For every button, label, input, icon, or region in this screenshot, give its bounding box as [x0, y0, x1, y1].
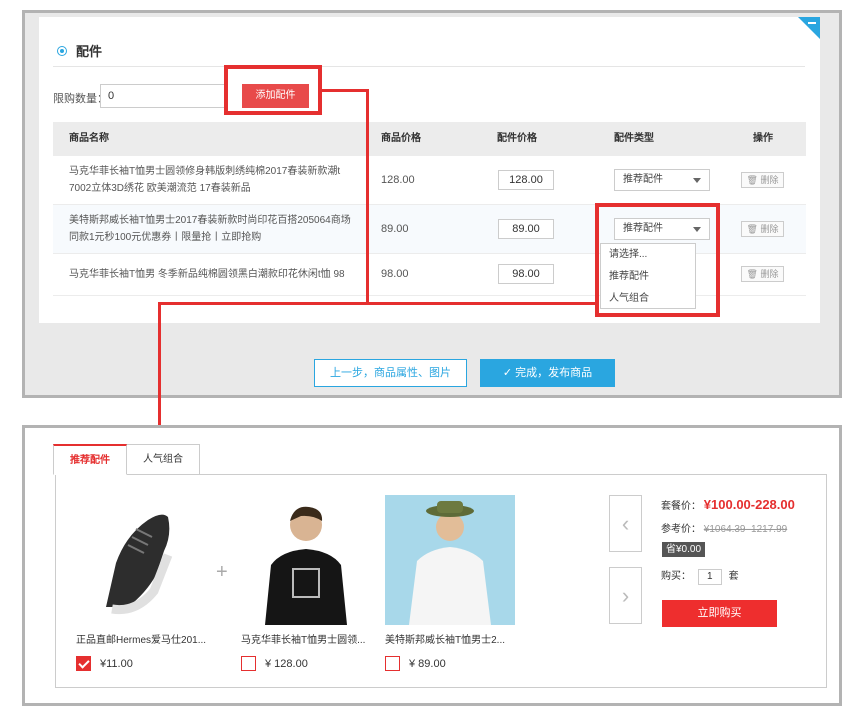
minus-icon [808, 22, 816, 24]
product-price: ¥ 89.00 [409, 657, 446, 670]
header-product-name: 商品名称 [69, 133, 109, 144]
table-header: 商品名称 商品价格 配件价格 配件类型 操作 [53, 122, 806, 156]
savings-badge: 省¥0.00 [662, 542, 706, 557]
prev-arrow-button[interactable]: ‹ [609, 495, 642, 552]
header-accessory-price: 配件价格 [497, 133, 537, 144]
product-price: ¥ 128.00 [265, 657, 308, 670]
delete-label: 删除 [760, 269, 779, 279]
delete-button[interactable]: 🗑 删除 [741, 266, 784, 282]
limit-quantity-input[interactable]: 0 [100, 84, 226, 108]
ref-price: ¥1064.39–1217.99 [703, 524, 788, 535]
chevron-right-icon: › [621, 583, 630, 608]
quantity-row: 购买： 1 套 [661, 567, 739, 585]
header-accessory-type: 配件类型 [614, 133, 654, 144]
combo-box: 正品直邮Hermes爱马仕201... ¥11.00 + 马克华菲长袖T恤男士圆… [55, 474, 827, 688]
caret-down-icon [693, 178, 701, 183]
connector-line [158, 302, 595, 305]
quantity-input[interactable]: 1 [697, 569, 722, 585]
ref-label: 参考价： [661, 524, 701, 535]
combo-product[interactable]: 正品直邮Hermes爱马仕201... ¥11.00 [76, 495, 206, 671]
combo-product[interactable]: 马克华菲长袖T恤男士圆领... ¥ 128.00 [241, 495, 371, 671]
delete-button[interactable]: 🗑 删除 [741, 172, 784, 188]
product-name: 马克华菲长袖T恤男 冬季新品纯棉圆领黑白潮款印花休闲t恤 98 [69, 269, 345, 280]
product-name: 马克华菲长袖T恤男士圆领... [241, 635, 366, 646]
connector-line [158, 302, 161, 430]
delete-label: 删除 [760, 175, 779, 185]
accessory-price-input[interactable]: 128.00 [498, 170, 554, 190]
plus-icon: + [216, 561, 228, 583]
select-checkbox[interactable] [76, 656, 91, 671]
accessory-price-input[interactable]: 98.00 [498, 264, 554, 284]
combo-preview-panel: 推荐配件 人气组合 正品直邮Hermes爱马仕201... ¥11.00 + 马… [22, 425, 842, 706]
header-action: 操作 [753, 133, 773, 144]
product-price-row: ¥ 128.00 [241, 656, 371, 671]
product-price-row: ¥ 89.00 [385, 656, 515, 671]
ref-price-row: 参考价： ¥1064.39–1217.99 [661, 520, 787, 535]
header-product-price: 商品价格 [381, 133, 421, 144]
accessory-type-value: 推荐配件 [623, 174, 663, 185]
publish-label: 完成，发布商品 [515, 367, 593, 379]
black-tee-image [241, 495, 371, 625]
product-price-row: ¥11.00 [76, 656, 206, 671]
accessory-price-input[interactable]: 89.00 [498, 219, 554, 239]
product-name: 马克华菲长袖T恤男士圆领修身韩版刺绣纯棉2017春装新款潮t 7002立体3D绣… [69, 166, 341, 194]
trash-icon: 🗑 [746, 269, 758, 279]
trash-icon: 🗑 [746, 175, 758, 185]
buy-now-button[interactable]: 立即购买 [662, 600, 777, 627]
combo-product[interactable]: 美特斯邦威长袖T恤男士2... ¥ 89.00 [385, 495, 515, 671]
table-row: 马克华菲长袖T恤男士圆领修身韩版刺绣纯棉2017春装新款潮t 7002立体3D绣… [53, 156, 806, 205]
product-price: ¥11.00 [100, 657, 133, 670]
prev-step-button[interactable]: 上一步，商品属性、图片 [314, 359, 467, 387]
radio-icon [57, 45, 67, 56]
select-checkbox[interactable] [241, 656, 256, 671]
accessory-type-select[interactable]: 推荐配件 [614, 169, 710, 191]
product-name: 美特斯邦威长袖T恤男士2017春装新款时尚印花百搭205064商场同款1元秒10… [69, 215, 351, 243]
section-header: 配件 [57, 41, 102, 60]
package-price: ¥100.00-228.00 [703, 497, 795, 512]
buy-label: 购买： [661, 571, 691, 582]
unit-label: 套 [728, 571, 739, 582]
product-price: 89.00 [381, 223, 409, 235]
package-label: 套餐价： [661, 501, 701, 512]
white-tee-image [385, 495, 515, 625]
divider [53, 66, 805, 67]
select-checkbox[interactable] [385, 656, 400, 671]
delete-button[interactable]: 🗑 删除 [741, 221, 784, 237]
delete-label: 删除 [760, 224, 779, 234]
check-icon: ✓ [502, 367, 513, 379]
highlight-add-button [224, 65, 322, 115]
trash-icon: 🗑 [746, 224, 758, 234]
highlight-dropdown [595, 203, 720, 317]
shoe-image [76, 495, 206, 625]
section-title: 配件 [76, 44, 103, 59]
tab-popular-combo[interactable]: 人气组合 [126, 444, 200, 475]
product-price: 98.00 [381, 268, 409, 280]
chevron-left-icon: ‹ [621, 511, 630, 536]
collapse-corner[interactable] [798, 17, 820, 39]
product-name: 美特斯邦威长袖T恤男士2... [385, 635, 506, 646]
product-price: 128.00 [381, 174, 415, 186]
package-price-row: 套餐价： ¥100.00-228.00 [661, 497, 795, 512]
product-name: 正品直邮Hermes爱马仕201... [76, 635, 206, 646]
connector-line [322, 89, 369, 92]
next-arrow-button[interactable]: › [609, 567, 642, 624]
connector-line [366, 89, 369, 305]
publish-button[interactable]: ✓ 完成，发布商品 [480, 359, 615, 387]
tab-recommended[interactable]: 推荐配件 [53, 444, 127, 475]
